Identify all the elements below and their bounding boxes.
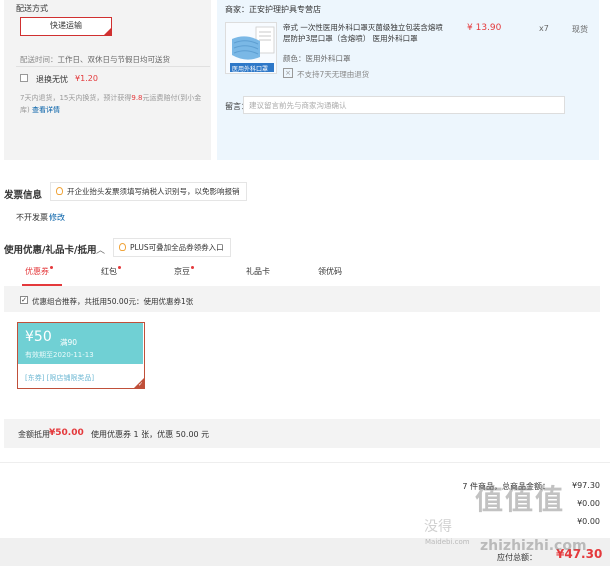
check-icon: ✓: [137, 381, 143, 388]
seller-name[interactable]: 正安护理护具专营店: [249, 5, 321, 14]
desc-highlight: 9.8: [131, 94, 143, 102]
lightbulb-icon: [56, 187, 63, 195]
product-stock-status: 现货: [572, 25, 588, 34]
coupon-tags: [东券] [限店铺限类品]: [25, 374, 95, 382]
watermark-url: Maidebi.com: [425, 538, 470, 546]
tab-coupons[interactable]: 优惠券: [25, 266, 53, 277]
product-image[interactable]: 医用外科口罩: [225, 22, 277, 74]
combo-checkbox[interactable]: ✓: [20, 296, 28, 304]
delivery-method-button[interactable]: 快递运输: [20, 17, 112, 36]
delivery-title: 配送方式: [16, 4, 48, 13]
dot-icon: [50, 266, 53, 269]
seller: 商家：正安护理护具专营店: [225, 4, 321, 15]
product-image-caption: 医用外科口罩: [232, 66, 269, 73]
delivery-time: 配送时间：工作日、双休日与节假日均可送货: [20, 54, 170, 65]
product-color: 颜色：医用外科口罩: [283, 53, 351, 64]
tab-label: 领优码: [318, 267, 342, 276]
delivery-time-label: 配送时间：: [20, 55, 58, 64]
color-label: 颜色：: [283, 54, 306, 63]
no-return-notice: 不支持7天无理由退货: [297, 70, 370, 79]
discount-label: 金额抵用: [18, 430, 50, 439]
desc-pre: 7天内退货，15天内换货，预计获得: [20, 94, 132, 102]
product-price: ¥ 13.90: [467, 23, 502, 33]
tab-label: 优惠券: [25, 267, 49, 276]
discount-description: 使用优惠券 1 张，优惠 50.00 元: [91, 430, 210, 439]
combo-recommendation: 优惠组合推荐，共抵用50.00元：使用优惠券1张: [32, 297, 194, 306]
invoice-value: 不开发票: [16, 213, 48, 222]
tab-gift-card[interactable]: 礼品卡: [246, 266, 270, 277]
tab-promo-code[interactable]: 领优码: [318, 266, 342, 277]
summary-row-3-value: ¥0.00: [577, 517, 600, 526]
delivery-time-value: 工作日、双休日与节假日均可送货: [57, 55, 171, 64]
invoice-title: 发票信息: [4, 190, 43, 201]
coupon-card[interactable]: ¥50 满90 有效期至2020-11-13 [东券] [限店铺限类品] ✓: [17, 322, 145, 389]
tab-label: 京豆: [174, 267, 190, 276]
divider: [16, 66, 210, 67]
merchant-panel: 商家：正安护理护具专营店 医用外科口罩 帝式 一次性医用外科口罩灭菌级独立包装含…: [217, 0, 599, 160]
coupon-amount: ¥50: [25, 329, 52, 345]
tab-label: 礼品卡: [246, 267, 270, 276]
view-details-link[interactable]: 查看详情: [32, 106, 60, 114]
dot-icon: [118, 266, 121, 269]
return-label: 退换无忧: [36, 75, 68, 84]
return-price: ¥1.20: [75, 74, 98, 83]
watermark-logo: 值值值: [475, 483, 566, 516]
note-input[interactable]: 建议留言前先与商家沟通确认: [243, 96, 565, 114]
divider: [0, 462, 610, 463]
tab-jingdou[interactable]: 京豆: [174, 266, 194, 277]
watermark-text: 没得: [424, 519, 452, 535]
watermark-url-large: zhizhizhi.com: [480, 538, 587, 554]
product-quantity: x7: [539, 24, 549, 33]
discount-value: ¥50.00: [49, 428, 84, 438]
seller-label: 商家：: [225, 5, 249, 14]
product-name[interactable]: 帝式 一次性医用外科口罩灭菌级独立包装含熔喷层防护3层口罩（含熔喷） 医用外科口…: [283, 22, 443, 44]
invoice-tip-text: 开企业抬头发票须填写纳税人识别号，以免影响报销: [67, 187, 240, 196]
chevron-up-icon[interactable]: ︿: [96, 243, 105, 256]
coupons-title[interactable]: 使用优惠/礼品卡/抵用: [4, 242, 96, 256]
plus-tip[interactable]: PLUS可叠加全品券领券入口: [113, 238, 231, 257]
plus-tip-text: PLUS可叠加全品券领券入口: [130, 243, 224, 252]
coupon-tabs: [4, 258, 600, 286]
coupon-condition: 满90: [60, 338, 78, 347]
color-value: 医用外科口罩: [305, 54, 351, 63]
invoice-edit-link[interactable]: 修改: [49, 212, 65, 223]
no-return-icon: ×: [283, 68, 293, 78]
delivery-panel: 配送方式 快递运输 配送时间：工作日、双休日与节假日均可送货 退换无忧 ¥1.2…: [4, 0, 211, 160]
lightbulb-icon: [119, 243, 126, 251]
return-description: 7天内退货，15天内换货，预计获得9.8元运费赔付(到小金库) 查看详情: [20, 92, 210, 116]
dot-icon: [191, 266, 194, 269]
invoice-tip: 开企业抬头发票须填写纳税人识别号，以免影响报销: [50, 182, 247, 201]
active-tab-underline: [22, 284, 62, 286]
coupon-expiry: 有效期至2020-11-13: [25, 351, 94, 359]
return-checkbox[interactable]: [20, 74, 28, 82]
tab-red-packet[interactable]: 红包: [101, 266, 121, 277]
tab-label: 红包: [101, 267, 117, 276]
